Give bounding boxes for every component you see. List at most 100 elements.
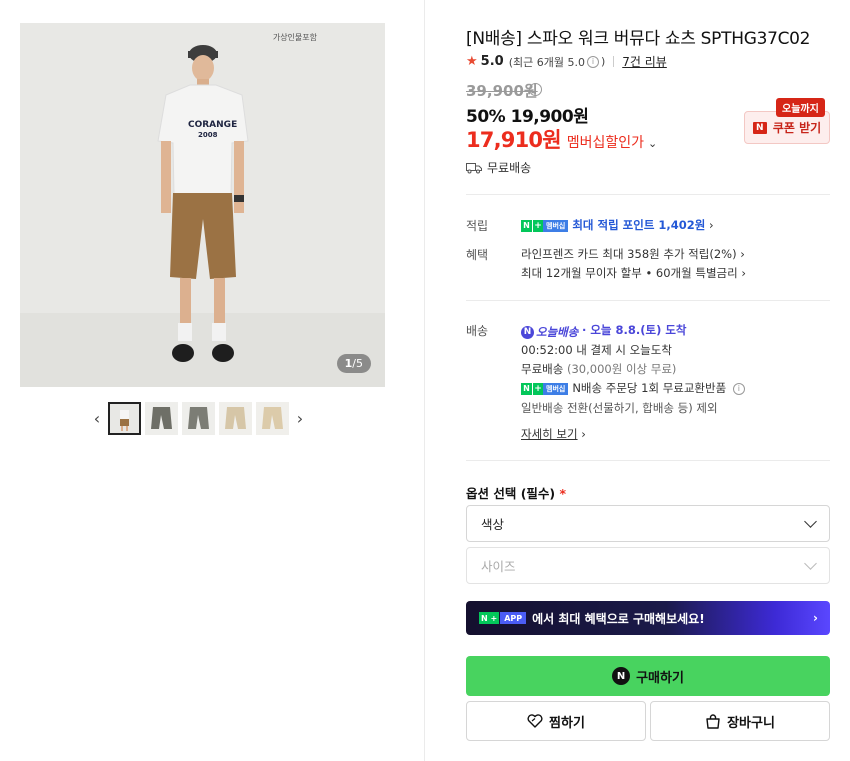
- separator: [613, 56, 615, 67]
- thumbnail-image: [145, 401, 178, 435]
- naver-plus-chip: N +: [479, 612, 500, 624]
- today-delivery-logo: N 오늘배송: [521, 324, 578, 340]
- points-label: 적립: [466, 219, 489, 233]
- chevron-right-icon: ›: [736, 247, 745, 261]
- perks-label: 혜택: [466, 248, 489, 262]
- wishlist-button[interactable]: 찜하기: [466, 701, 646, 741]
- column-divider: [424, 0, 425, 761]
- app-promo-banner[interactable]: N + APP 에서 최대 혜택으로 구매해보세요! ›: [466, 601, 830, 635]
- virtual-model-watermark: 가상인물포함: [272, 33, 317, 42]
- chevron-left-icon: ‹: [93, 408, 101, 428]
- chevron-right-icon: ›: [577, 427, 586, 441]
- thumbnail-next-button[interactable]: ›: [291, 401, 309, 435]
- counter-total: /5: [352, 357, 363, 370]
- rating-sub-close: ): [600, 55, 606, 68]
- color-select[interactable]: 색상: [466, 505, 830, 542]
- delivery-cutoff: 00:52:00 내 결제 시 오늘도착: [521, 343, 672, 357]
- perk-installment-text: 최대 12개월 무이자 할부 • 60개월 특별금리: [521, 266, 738, 280]
- chevron-right-icon: ›: [705, 218, 714, 232]
- delivery-free: 무료배송: [521, 362, 564, 376]
- divider: [466, 300, 830, 301]
- truck-icon: [466, 162, 482, 173]
- option-title-text: 옵션 선택 (필수): [466, 486, 556, 501]
- today-delivery-row: N 오늘배송 · 오늘 8.8.(토) 도착: [521, 322, 687, 340]
- naver-plus-badge: N + 멤버십: [521, 219, 569, 232]
- normal-delivery-note: 일반배송 전환(선물하기, 합배송 등) 제외: [521, 401, 718, 415]
- thumbnail-prev-button[interactable]: ‹: [88, 401, 106, 435]
- delivery-free-condition: (30,000원 이상 무료): [566, 362, 677, 376]
- rating-score: 5.0: [480, 54, 504, 69]
- naver-plus-badge: N + 멤버십: [521, 382, 569, 395]
- thumbnail-strip: ‹ ›: [88, 400, 309, 436]
- info-icon[interactable]: i: [586, 55, 599, 68]
- naver-n-icon: N: [752, 121, 767, 134]
- thumbnail-4[interactable]: [219, 401, 252, 435]
- app-banner-text: 에서 최대 혜택으로 구매해보세요!: [532, 611, 705, 626]
- size-select[interactable]: 사이즈: [466, 547, 830, 584]
- delivery-detail-link[interactable]: 자세히 보기 ›: [521, 426, 586, 442]
- app-chip: APP: [500, 612, 527, 624]
- cart-label: 장바구니: [727, 715, 775, 731]
- points-text: 최대 적립 포인트 1,402원: [572, 218, 706, 232]
- thumbnail-image: [256, 401, 289, 435]
- required-mark: *: [559, 486, 567, 501]
- wishlist-label: 찜하기: [549, 715, 585, 731]
- badge-membership: 멤버십: [543, 219, 569, 232]
- svg-text:2008: 2008: [198, 131, 218, 139]
- info-icon[interactable]: i: [732, 382, 745, 395]
- divider: [466, 460, 830, 461]
- original-price: 39,900원: [466, 82, 538, 100]
- rating-sub: (최근 6개월 5.0: [508, 55, 585, 69]
- member-price-label: 멤버십할인가: [566, 135, 645, 151]
- perk-card-row[interactable]: 라인프렌즈 카드 최대 358원 추가 적립(2%) ›: [521, 246, 745, 262]
- buy-button[interactable]: N 구매하기: [466, 656, 830, 696]
- thumbnail-image: [219, 401, 252, 435]
- thumbnail-2[interactable]: [145, 401, 178, 435]
- heart-icon: [527, 714, 543, 728]
- badge-membership: 멤버십: [543, 382, 569, 395]
- thumbnail-image: [182, 401, 215, 435]
- naver-n-icon: N: [612, 667, 631, 685]
- exchange-row: N + 멤버십 N배송 주문당 1회 무료교환반품 i: [521, 380, 745, 396]
- model-photo: CORANGE 2008: [20, 23, 385, 387]
- delivery-label: 배송: [466, 324, 489, 338]
- delivery-arrival: · 오늘 8.8.(토) 도착: [581, 323, 687, 337]
- chevron-down-icon: [804, 556, 817, 570]
- perk-card-text: 라인프렌즈 카드 최대 358원 추가 적립(2%): [521, 247, 737, 261]
- buy-button-label: 구매하기: [636, 670, 684, 686]
- option-title: 옵션 선택 (필수) *: [466, 483, 566, 502]
- points-row[interactable]: N + 멤버십 최대 적립 포인트 1,402원 ›: [521, 217, 714, 233]
- chevron-right-icon: ›: [737, 266, 746, 280]
- delivery-free-row: 무료배송 (30,000원 이상 무료): [521, 361, 676, 377]
- thumbnail-5[interactable]: [256, 401, 289, 435]
- size-select-label: 사이즈: [481, 559, 516, 574]
- color-select-label: 색상: [481, 517, 505, 532]
- exchange-text: N배송 주문당 1회 무료교환반품: [572, 381, 727, 395]
- free-shipping-label: 무료배송: [487, 161, 532, 175]
- chevron-down-icon: [804, 514, 817, 528]
- detail-link-text: 자세히 보기: [521, 427, 578, 441]
- chevron-down-icon: ⌄: [648, 137, 658, 150]
- thumbnail-1[interactable]: [108, 401, 141, 435]
- thumbnail-image: [110, 403, 139, 433]
- member-price-row[interactable]: 17,910원 멤버십할인가 ⌄: [466, 124, 657, 154]
- rating-row: ★ 5.0 (최근 6개월 5.0 i ) 7건 리뷰: [466, 53, 667, 70]
- image-counter: 1/5: [336, 354, 371, 373]
- member-price: 17,910원: [466, 128, 562, 152]
- review-link[interactable]: 7건 리뷰: [622, 53, 667, 70]
- divider: [466, 194, 830, 195]
- coupon-button-label: 쿠폰 받기: [772, 121, 822, 135]
- product-title: [N배송] 스파오 워크 버뮤다 쇼츠 SPTHG37C02: [466, 29, 811, 49]
- cart-button[interactable]: 장바구니: [650, 701, 830, 741]
- svg-text:CORANGE: CORANGE: [188, 120, 237, 130]
- chevron-right-icon: ›: [296, 408, 304, 428]
- naver-n-icon: N: [521, 325, 534, 339]
- shopping-bag-icon: [706, 713, 720, 729]
- today-delivery-text: 오늘배송: [536, 325, 579, 339]
- product-main-image[interactable]: CORANGE 2008 가상인물포함 1/5: [20, 23, 385, 387]
- chevron-right-icon: ›: [813, 611, 818, 625]
- free-shipping: 무료배송: [466, 159, 531, 176]
- thumbnail-3[interactable]: [182, 401, 215, 435]
- perk-installment-row[interactable]: 최대 12개월 무이자 할부 • 60개월 특별금리 ›: [521, 265, 746, 281]
- price-info-icon[interactable]: i: [529, 83, 542, 96]
